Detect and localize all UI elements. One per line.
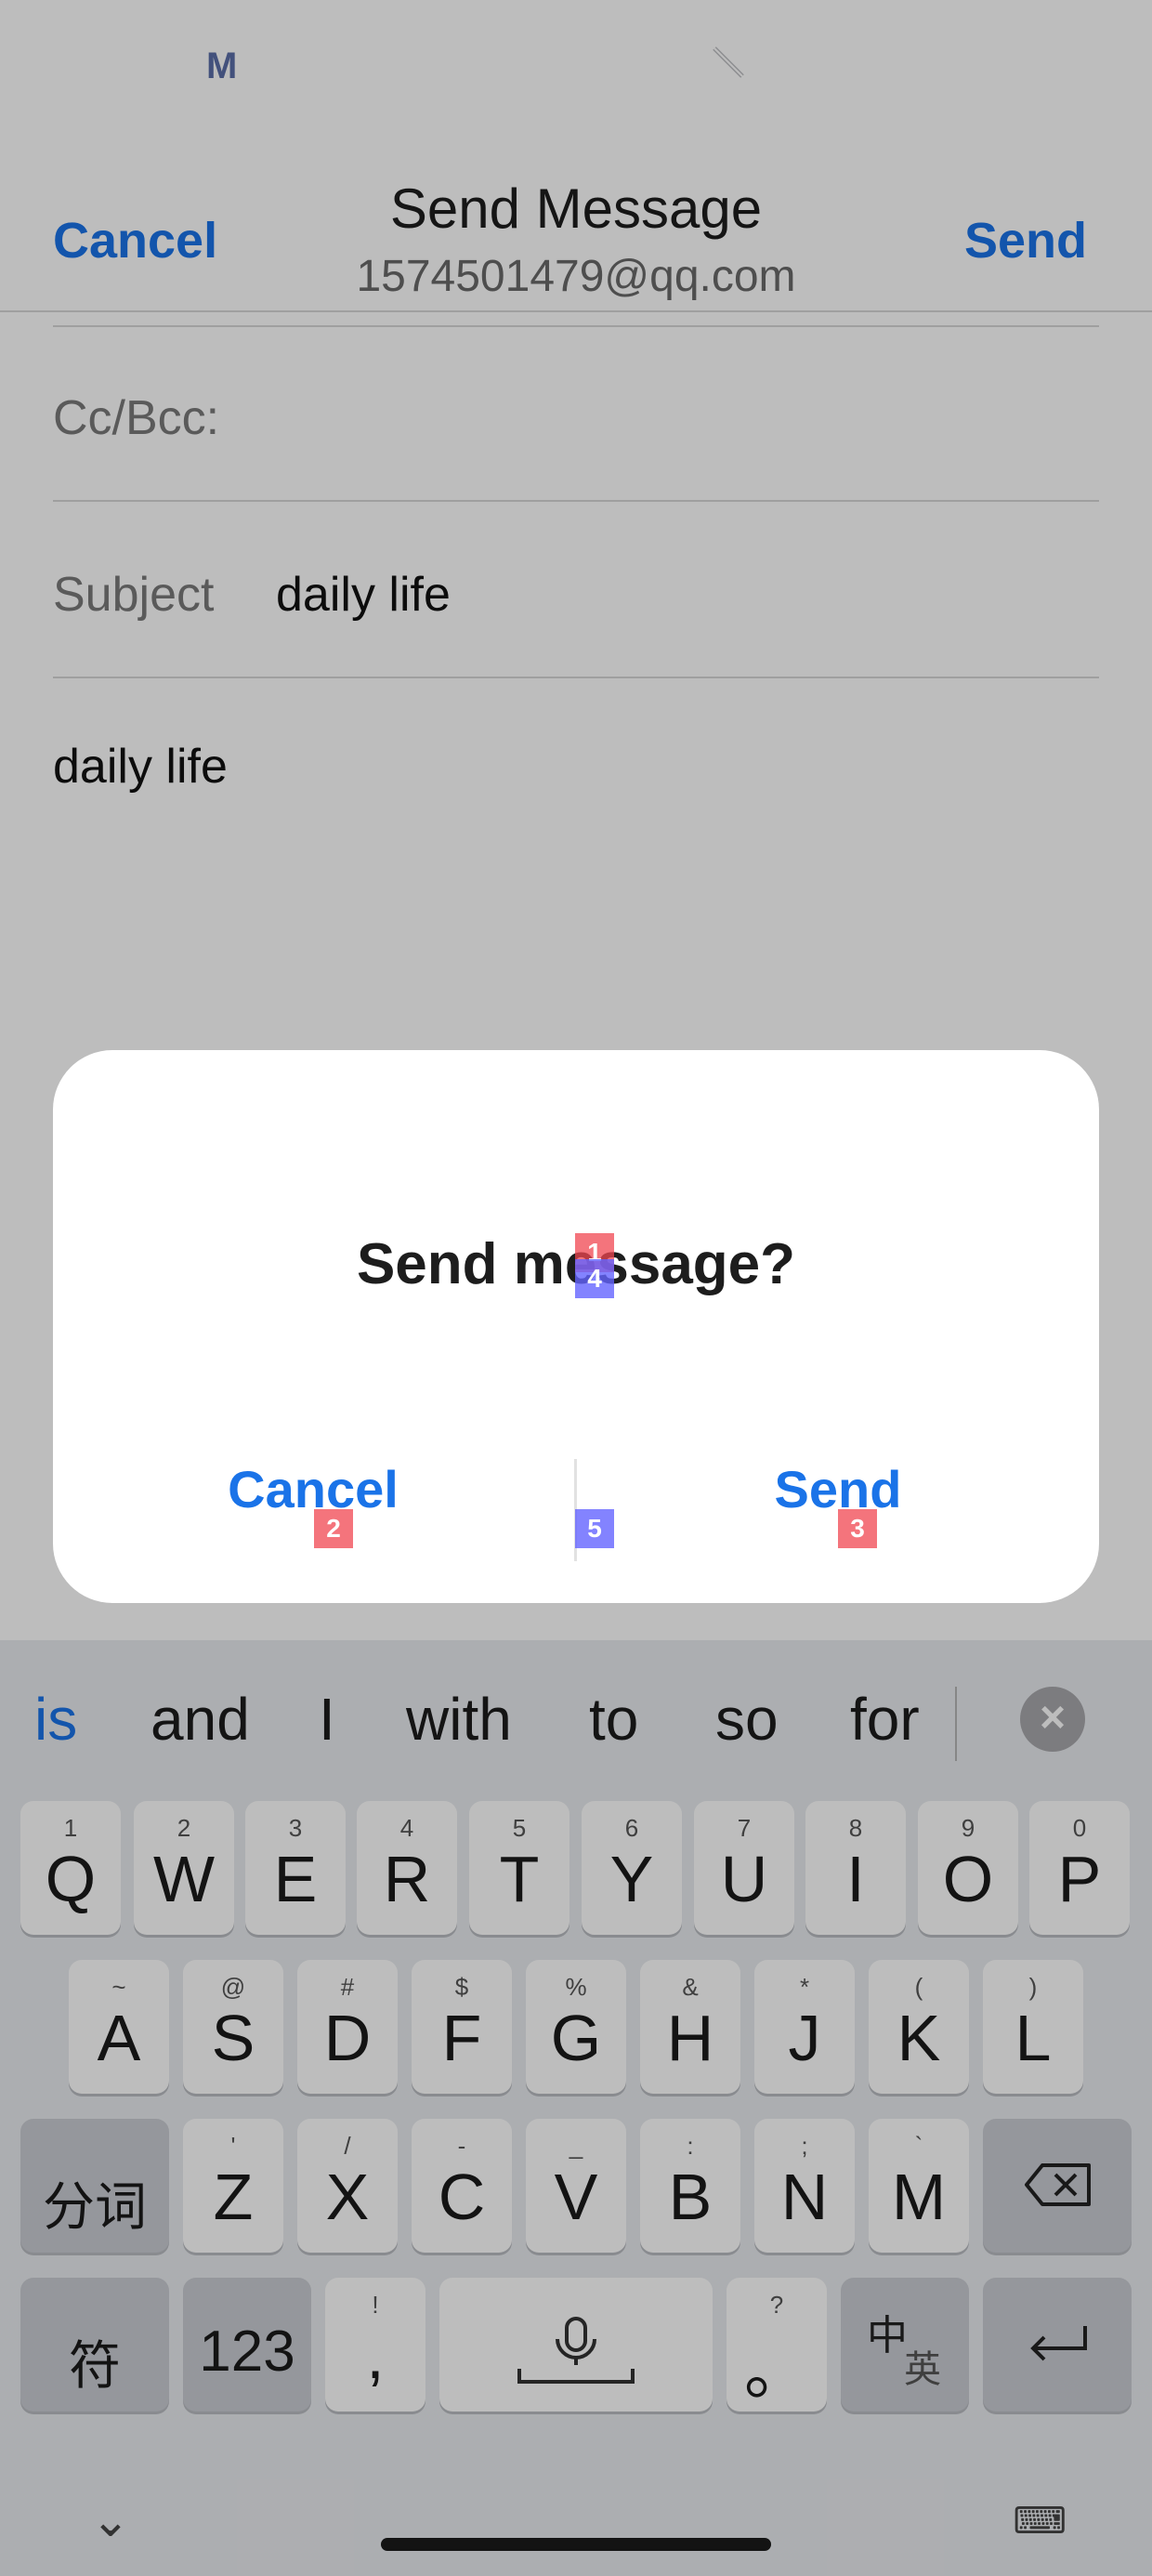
annotation-marker: 5 bbox=[575, 1509, 614, 1548]
annotation-marker: 4 bbox=[575, 1259, 614, 1298]
annotation-marker: 2 bbox=[314, 1509, 353, 1548]
dialog-cancel-button[interactable]: Cancel bbox=[174, 1459, 452, 1519]
annotation-marker: 3 bbox=[838, 1509, 877, 1548]
